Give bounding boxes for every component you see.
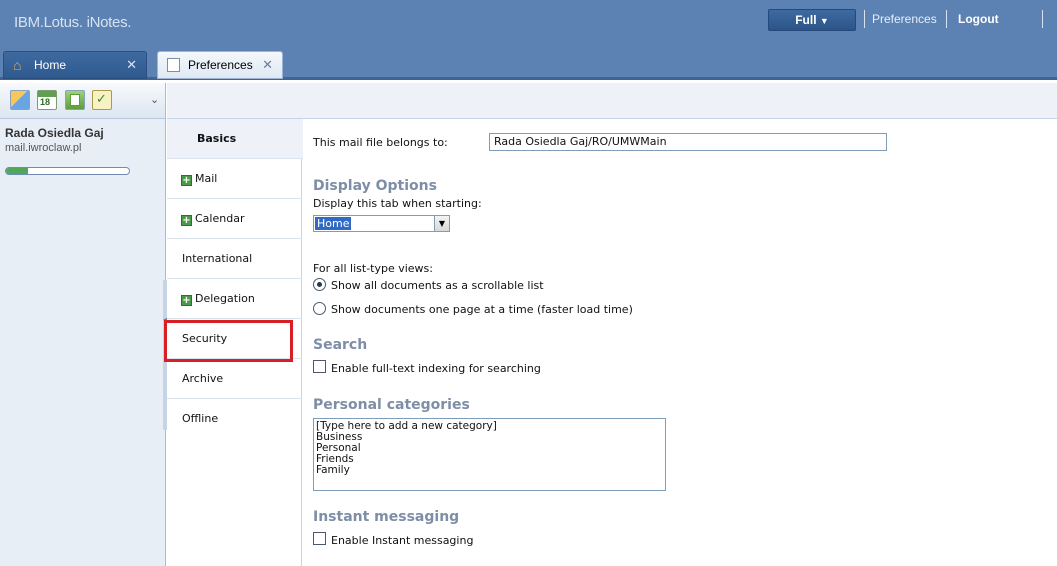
- startup-tab-value: Home: [315, 217, 352, 230]
- mailbox-quota-bar: [5, 167, 130, 175]
- basics-content: This mail file belongs to: Rada Osiedla …: [303, 119, 1057, 566]
- close-icon[interactable]: ✕: [126, 52, 137, 78]
- category-item[interactable]: Family: [316, 465, 663, 476]
- full-text-index-checkbox[interactable]: [313, 360, 326, 373]
- category-item[interactable]: Friends: [316, 454, 663, 465]
- chevron-down-icon[interactable]: ▼: [434, 216, 449, 231]
- scrollable-list-radio[interactable]: [313, 278, 326, 291]
- startup-tab-label: Display this tab when starting:: [313, 197, 482, 210]
- expand-plus-icon[interactable]: +: [181, 295, 192, 306]
- tab-bar: ⌂ Home ✕ Preferences ✕: [0, 46, 1057, 80]
- user-name: Rada Osiedla Gaj: [5, 126, 104, 140]
- mail-icon[interactable]: [10, 90, 30, 110]
- category-item[interactable]: Personal: [316, 443, 663, 454]
- logout-link[interactable]: Logout: [958, 12, 999, 26]
- nav-item-calendar[interactable]: + Calendar: [167, 199, 302, 239]
- belongs-label: This mail file belongs to:: [313, 136, 448, 149]
- expand-plus-icon[interactable]: +: [181, 215, 192, 226]
- nav-item-mail[interactable]: + Mail: [167, 159, 302, 199]
- nav-item-label: Offline: [182, 412, 219, 425]
- preferences-nav: Basics + Mail + Calendar International + De…: [164, 119, 303, 566]
- separator: [946, 10, 947, 28]
- security-highlight-box: [164, 320, 293, 362]
- preferences-toolbar: [167, 83, 1057, 119]
- nav-item-offline[interactable]: Offline: [167, 399, 302, 439]
- mode-dropdown-button[interactable]: Full ▼: [768, 9, 856, 31]
- separator: [864, 10, 865, 28]
- list-views-label: For all list-type views:: [313, 262, 433, 275]
- expand-plus-icon[interactable]: +: [181, 175, 192, 186]
- tab-label: Preferences: [188, 58, 253, 72]
- nav-item-label: Basics: [197, 132, 237, 145]
- nav-item-label: International: [182, 252, 253, 265]
- nav-item-international[interactable]: International: [167, 239, 302, 279]
- display-options-heading: Display Options: [313, 178, 437, 194]
- nav-item-label: Calendar: [195, 212, 245, 225]
- document-icon: [167, 58, 181, 72]
- preferences-panel: Basics + Mail + Calendar International + De…: [164, 83, 1057, 566]
- startup-tab-select[interactable]: Home ▼: [313, 215, 450, 232]
- chevron-double-down-icon[interactable]: ⌄: [150, 93, 159, 106]
- app-launcher-toolbar: 18 ✓ ⌄: [0, 83, 165, 119]
- nav-item-label: Archive: [182, 372, 224, 385]
- calendar-icon[interactable]: 18: [37, 90, 57, 110]
- home-icon: ⌂: [13, 57, 22, 73]
- app-brand: IBM.Lotus. iNotes.: [14, 14, 132, 31]
- paged-list-radio[interactable]: [313, 302, 326, 315]
- nav-item-basics[interactable]: Basics: [167, 119, 303, 159]
- nav-item-archive[interactable]: Archive: [167, 359, 302, 399]
- nav-item-label: Mail: [195, 172, 218, 185]
- paged-list-label[interactable]: Show documents one page at a time (faste…: [331, 303, 633, 316]
- nav-item-delegation[interactable]: + Delegation: [167, 279, 302, 319]
- instant-messaging-checkbox[interactable]: [313, 532, 326, 545]
- nav-item-label: Delegation: [195, 292, 255, 305]
- quota-fill: [6, 168, 29, 174]
- left-sidebar: 18 ✓ ⌄ Rada Osiedla Gaj mail.iwroclaw.pl: [0, 83, 166, 566]
- personal-categories-heading: Personal categories: [313, 397, 470, 413]
- search-heading: Search: [313, 337, 368, 353]
- instant-messaging-label[interactable]: Enable Instant messaging: [331, 534, 473, 547]
- full-text-index-label[interactable]: Enable full-text indexing for searching: [331, 362, 541, 375]
- separator: [1042, 10, 1043, 28]
- mode-label: Full: [795, 13, 817, 27]
- preferences-link[interactable]: Preferences: [872, 12, 937, 26]
- mail-owner-field[interactable]: Rada Osiedla Gaj/RO/UMWMain: [489, 133, 887, 151]
- top-bar: IBM.Lotus. iNotes. Full ▼ Preferences Lo…: [0, 0, 1057, 46]
- todo-icon[interactable]: ✓: [92, 90, 112, 110]
- close-icon[interactable]: ✕: [262, 52, 273, 78]
- tab-preferences[interactable]: Preferences ✕: [157, 51, 283, 79]
- instant-messaging-heading: Instant messaging: [313, 509, 460, 525]
- tab-home[interactable]: ⌂ Home ✕: [3, 51, 147, 79]
- contacts-icon[interactable]: [65, 90, 85, 110]
- personal-categories-list[interactable]: [Type here to add a new category] Busine…: [313, 418, 666, 491]
- category-item[interactable]: [Type here to add a new category]: [316, 421, 663, 432]
- tab-label: Home: [34, 58, 67, 72]
- category-item[interactable]: Business: [316, 432, 663, 443]
- chevron-down-icon: ▼: [819, 16, 829, 26]
- scrollable-list-label[interactable]: Show all documents as a scrollable list: [331, 279, 544, 292]
- user-domain: mail.iwroclaw.pl: [5, 142, 82, 154]
